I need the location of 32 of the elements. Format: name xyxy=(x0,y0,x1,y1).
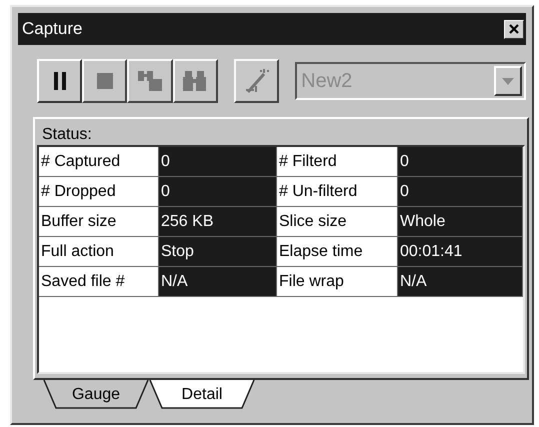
pause-icon xyxy=(52,72,67,90)
label-cell: File wrap xyxy=(277,267,398,296)
window-title: Capture xyxy=(22,18,82,40)
label-cell: Slice size xyxy=(277,207,398,236)
dropdown-value: New2 xyxy=(301,69,352,94)
label-cell: # Dropped xyxy=(39,177,159,206)
label-cell: # Filterd xyxy=(277,147,398,176)
stop-icon xyxy=(96,73,113,89)
value-cell: N/A xyxy=(159,267,277,296)
label-cell: # Captured xyxy=(39,147,159,176)
label-cell: Buffer size xyxy=(39,207,159,236)
value-cell: 00:01:41 xyxy=(398,237,523,266)
label-cell: # Un-filterd xyxy=(277,177,398,206)
wand-icon xyxy=(244,68,270,94)
value-cell: Whole xyxy=(398,207,523,236)
label-cell: Saved file # xyxy=(39,267,159,296)
close-button[interactable] xyxy=(504,20,524,38)
value-cell: 256 KB xyxy=(159,207,277,236)
value-cell: N/A xyxy=(398,267,523,296)
tab[interactable]: Detail xyxy=(149,380,255,410)
caret-icon xyxy=(502,78,514,84)
value-cell: 0 xyxy=(159,147,277,176)
value-cell: 0 xyxy=(398,147,523,176)
label-cell: Elapse time xyxy=(277,237,398,266)
value-cell: 0 xyxy=(159,177,277,206)
label-cell: Full action xyxy=(39,237,159,266)
status-label: Status: xyxy=(42,125,93,145)
close-icon xyxy=(509,24,519,34)
toolbar-button[interactable] xyxy=(37,59,82,103)
value-cell: Stop xyxy=(159,237,277,266)
value-cell: 0 xyxy=(398,177,523,206)
tab[interactable]: Gauge xyxy=(43,380,149,410)
